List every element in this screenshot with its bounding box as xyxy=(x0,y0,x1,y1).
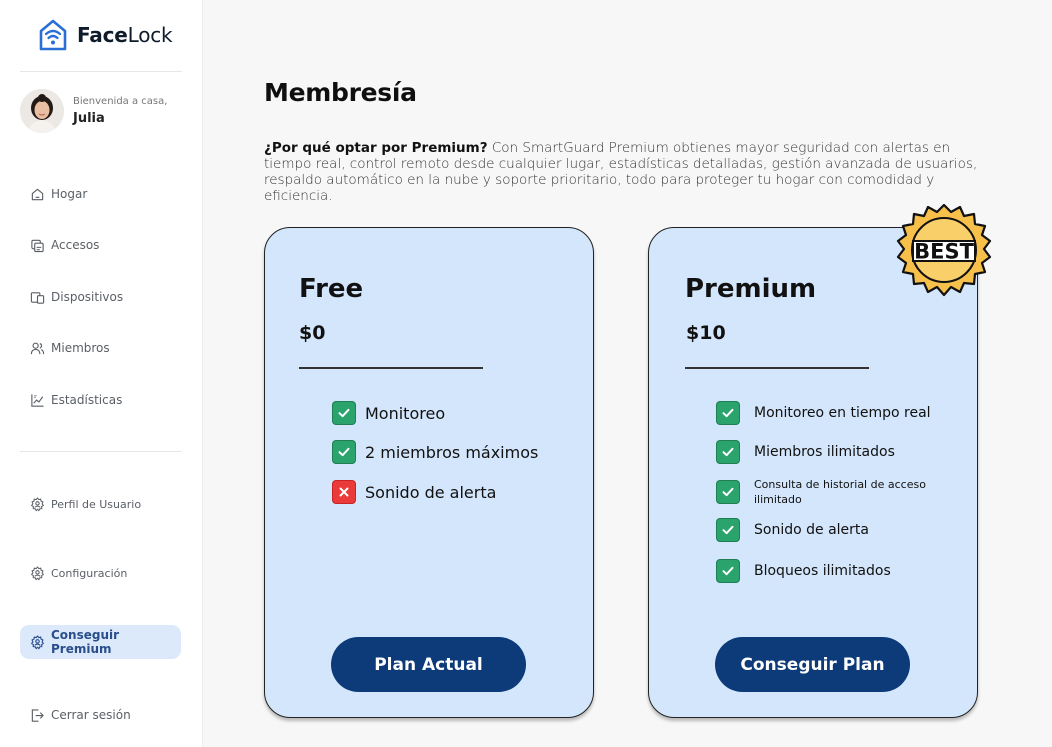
user-name: Julia xyxy=(73,111,105,126)
check-icon xyxy=(716,480,740,504)
feature-label: Consulta de historial de acceso ilimitad… xyxy=(754,478,926,506)
check-icon xyxy=(716,518,740,542)
home-icon xyxy=(31,188,44,200)
sidebar-item-label: Miembros xyxy=(51,341,110,355)
sidebar-item-label: Accesos xyxy=(51,238,100,252)
user-greeting: Bienvenida a casa, xyxy=(73,96,168,107)
app-name-light: Lock xyxy=(127,23,173,47)
sidebar-item-label: Configuración xyxy=(51,566,128,580)
intro-heading: ¿Por qué optar por Premium? xyxy=(264,140,488,156)
plan-price: $0 xyxy=(299,322,326,344)
sidebar-item-stats[interactable]: Estadísticas xyxy=(20,383,181,417)
feature-label: Miembros ilimitados xyxy=(754,444,895,460)
plan-divider xyxy=(299,367,483,369)
feature-item: Miembros ilimitados xyxy=(716,440,895,464)
chart-icon xyxy=(31,393,44,407)
avatar xyxy=(20,89,64,133)
sidebar-item-settings[interactable]: Configuración xyxy=(20,556,181,590)
sidebar-item-home[interactable]: Hogar xyxy=(20,177,181,211)
sidebar-divider xyxy=(20,451,182,452)
gear-icon xyxy=(31,634,44,649)
membership-intro: ¿Por qué optar por Premium? Con SmartGua… xyxy=(264,140,984,204)
access-icon xyxy=(31,239,44,252)
feature-label: Sonido de alerta xyxy=(365,482,497,502)
sidebar-item-logout[interactable]: Cerrar sesión xyxy=(20,698,181,732)
page-title: Membresía xyxy=(264,78,417,107)
sidebar-item-profile[interactable]: Perfil de Usuario xyxy=(20,487,181,521)
plan-name: Free xyxy=(299,274,364,304)
check-icon xyxy=(716,440,740,464)
sidebar-divider xyxy=(20,71,182,72)
plan-card-premium: Premium $10 Monitoreo en tiempo real Mie… xyxy=(648,227,978,718)
devices-icon xyxy=(30,291,45,304)
plan-name: Premium xyxy=(685,274,817,304)
cross-icon xyxy=(332,480,356,504)
sidebar-item-label: Hogar xyxy=(51,187,88,201)
sidebar-item-label: Estadísticas xyxy=(51,393,123,407)
current-plan-button[interactable]: Plan Actual xyxy=(331,637,526,692)
logout-icon xyxy=(31,708,44,722)
users-icon xyxy=(30,342,45,354)
feature-label: Monitoreo en tiempo real xyxy=(754,405,931,421)
plan-divider xyxy=(685,367,869,369)
feature-item: Consulta de historial de acceso ilimitad… xyxy=(716,477,944,507)
feature-item: Monitoreo en tiempo real xyxy=(716,401,931,425)
user-card: Bienvenida a casa, Julia xyxy=(20,89,167,133)
sidebar-item-members[interactable]: Miembros xyxy=(20,331,181,365)
gear-icon xyxy=(31,565,44,580)
sidebar-item-label: Cerrar sesión xyxy=(51,708,131,722)
plan-card-free: Free $0 Monitoreo 2 miembros máximos Son… xyxy=(264,227,594,718)
feature-item: Monitoreo xyxy=(332,401,445,425)
best-badge: BEST xyxy=(896,203,992,297)
sidebar-item-access[interactable]: Accesos xyxy=(20,228,181,262)
sidebar-item-premium[interactable]: Conseguir Premium xyxy=(20,625,181,659)
sidebar: FaceLock Bienvenida a casa, Julia Hogar … xyxy=(0,0,203,747)
feature-label: Monitoreo xyxy=(365,403,446,423)
feature-item: Sonido de alerta xyxy=(716,518,869,542)
feature-item: 2 miembros máximos xyxy=(332,440,538,464)
house-wifi-icon xyxy=(39,19,67,51)
gear-icon xyxy=(31,496,44,511)
feature-item: Sonido de alerta xyxy=(332,480,496,504)
logo[interactable]: FaceLock xyxy=(38,18,173,52)
sidebar-item-label: Dispositivos xyxy=(51,290,124,304)
sidebar-item-label: Perfil de Usuario xyxy=(51,497,142,511)
check-icon xyxy=(716,559,740,583)
sidebar-item-label: Conseguir Premium xyxy=(51,628,120,656)
check-icon xyxy=(716,401,740,425)
feature-label: Bloqueos ilimitados xyxy=(754,563,891,579)
app-name-bold: Face xyxy=(77,23,128,47)
plan-price: $10 xyxy=(686,322,726,344)
badge-text: BEST xyxy=(914,240,974,264)
check-icon xyxy=(332,440,356,464)
get-plan-button[interactable]: Conseguir Plan xyxy=(715,637,910,692)
feature-label: 2 miembros máximos xyxy=(365,442,539,462)
feature-label: Sonido de alerta xyxy=(754,522,869,538)
feature-item: Bloqueos ilimitados xyxy=(716,559,891,583)
check-icon xyxy=(332,401,356,425)
sidebar-item-devices[interactable]: Dispositivos xyxy=(20,280,181,314)
